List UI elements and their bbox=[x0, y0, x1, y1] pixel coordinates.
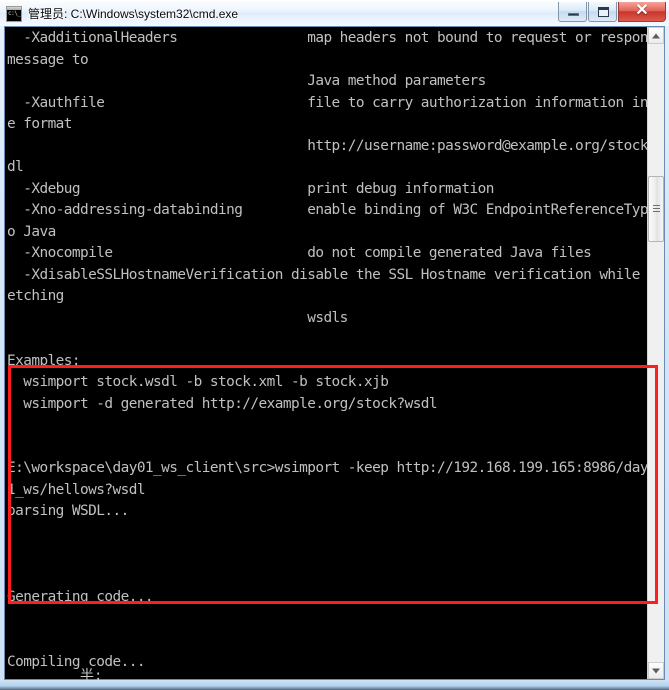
close-icon: ✕ bbox=[635, 1, 649, 19]
window-title: 管理员: C:\Windows\system32\cmd.exe bbox=[28, 7, 239, 21]
maximize-icon bbox=[598, 7, 609, 17]
console-line: -Xno-addressing-databinding enable bindi… bbox=[7, 202, 647, 218]
console-text-surface[interactable]: -XadditionalHeaders map headers not boun… bbox=[5, 27, 647, 679]
console-line: wsdls bbox=[7, 309, 348, 326]
chevron-up-icon bbox=[652, 33, 660, 38]
console-line: Java method parameters bbox=[7, 73, 486, 89]
scrollbar-thumb[interactable] bbox=[648, 176, 664, 243]
console-line: E:\workspace\day01_ws_client\src>wsimpor… bbox=[7, 460, 647, 476]
console-line: wsimport -d generated http://example.org… bbox=[7, 395, 438, 412]
console-line: -Xnocompile do not compile generated Jav… bbox=[7, 245, 592, 261]
minimize-button[interactable] bbox=[558, 2, 587, 22]
console-line: http://username:password@example.org/sto… bbox=[7, 137, 647, 154]
cmd-window: 管理员: C:\Windows\system32\cmd.exe ✕ -Xadd… bbox=[0, 0, 669, 690]
maximize-button[interactable] bbox=[588, 2, 617, 22]
console-line: -XadditionalHeaders map headers not boun… bbox=[7, 30, 647, 46]
console-line: parsing WSDL... bbox=[7, 503, 129, 519]
console-line: etching bbox=[7, 288, 64, 304]
console-line: Generating code... bbox=[7, 589, 154, 605]
console-line: wsimport stock.wsdl -b stock.xml -b stoc… bbox=[7, 374, 389, 390]
console-line: dl bbox=[7, 159, 24, 175]
console-line: 1_ws/hellows?wsdl bbox=[7, 481, 145, 498]
console-line: o Java bbox=[7, 223, 56, 240]
chevron-down-icon bbox=[652, 668, 660, 673]
scroll-up-button[interactable] bbox=[648, 27, 664, 44]
cmd-icon bbox=[6, 5, 22, 22]
console-line: e format bbox=[7, 116, 72, 132]
console-client-area[interactable]: -XadditionalHeaders map headers not boun… bbox=[4, 26, 665, 680]
caption-buttons: ✕ bbox=[558, 2, 666, 22]
console-line: message to bbox=[7, 51, 89, 68]
vertical-scrollbar[interactable] bbox=[647, 27, 664, 679]
console-line: Examples: bbox=[7, 352, 81, 369]
console-line: -Xdebug print debug information bbox=[7, 180, 494, 197]
console-line: -XdisableSSLHostnameVerification disable… bbox=[7, 266, 647, 283]
title-bar[interactable]: 管理员: C:\Windows\system32\cmd.exe ✕ bbox=[0, 0, 669, 26]
window-bottom-shadow bbox=[0, 686, 669, 690]
console-line: Compiling code... bbox=[7, 653, 145, 670]
close-button[interactable]: ✕ bbox=[618, 2, 666, 22]
scroll-down-button[interactable] bbox=[648, 662, 664, 679]
minimize-icon bbox=[568, 13, 579, 16]
console-line: -Xauthfile file to carry authorization i… bbox=[7, 94, 647, 111]
